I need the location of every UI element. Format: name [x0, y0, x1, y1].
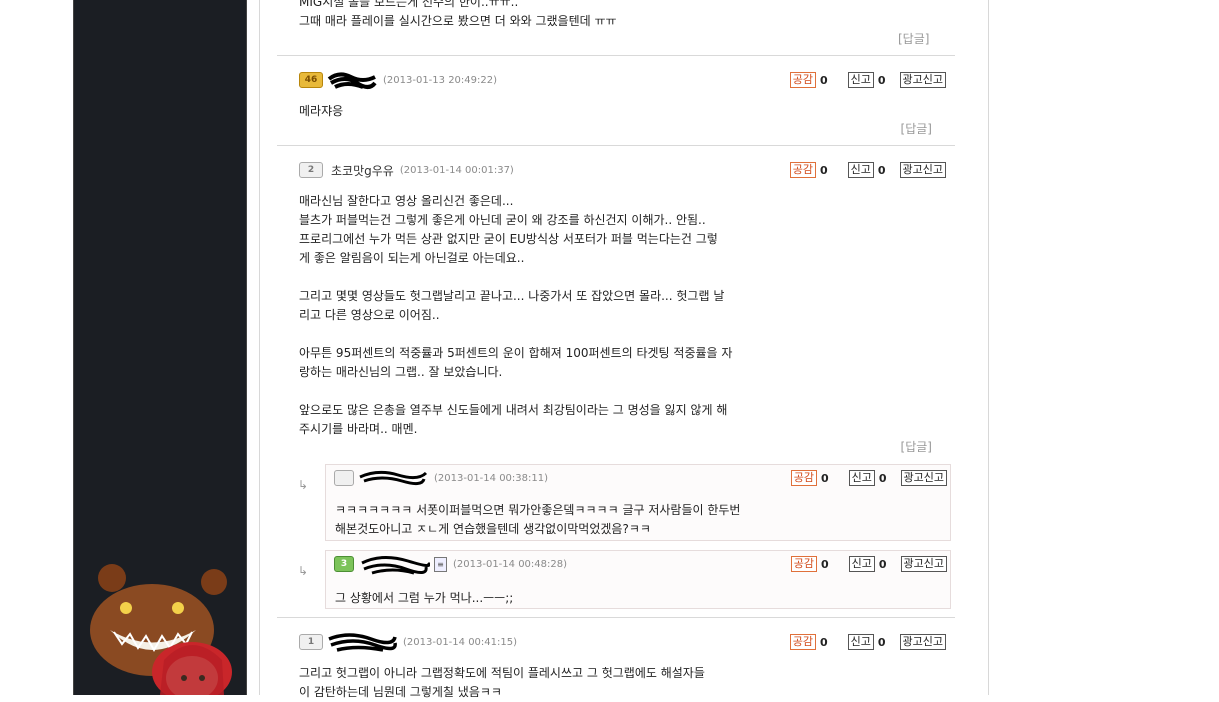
redacted-nickname: [327, 72, 377, 89]
like-count: 0: [820, 557, 829, 571]
comment-header: 2 초코맛g우유 (2013-01-14 00:01:37): [299, 160, 514, 180]
ad-report-button[interactable]: 광고신고: [899, 162, 946, 178]
reply-line: ㅋㅋㅋㅋㅋㅋㅋ 서폿이퍼블먹으면 뭐가안좋은뎈ㅋㅋㅋㅋ 글구 저사람들이 한두번: [335, 503, 741, 517]
comment-line: 블츠가 퍼블먹는건 그렇게 좋은게 아닌데 굳이 왜 강조를 하신건지 이해가.…: [299, 213, 706, 227]
like-button[interactable]: 공감: [789, 634, 816, 650]
redacted-nickname: [361, 556, 430, 575]
comment-item: 2 초코맛g우유 (2013-01-14 00:01:37) 공감 0 신고 0…: [277, 160, 955, 455]
reply-link[interactable]: [답글]: [898, 30, 929, 47]
comment-actions: 공감 0 신고 0 광고신고: [789, 72, 946, 88]
comment-header: 46 (2013-01-13 20:49:22): [299, 70, 497, 90]
reply-arrow-icon: ↳: [298, 564, 309, 578]
reply-item: (2013-01-14 00:38:11) 공감 0 신고 0 광고신고 ㅋㅋㅋ…: [325, 464, 951, 541]
left-sidebar: [73, 0, 247, 695]
comment-body: 그리고 헛그랩이 아니라 그랩정확도에 적팀이 플레시쓰고 그 헛그랩에도 해설…: [299, 664, 705, 702]
comment-line: MIG시절 볼을 보드는게 선수의 한이..ㅠㅠ..: [299, 0, 519, 9]
reply-link[interactable]: [답글]: [901, 120, 932, 137]
reply-date: (2013-01-14 00:48:28): [453, 558, 568, 570]
level-badge-icon: [334, 470, 354, 486]
comment-line: 주시기를 바라며.. 매멘.: [299, 422, 418, 436]
comment-line: 게 좋은 알림음이 되는게 아닌걸로 아는데요..: [299, 251, 525, 265]
like-button[interactable]: 공감: [789, 72, 816, 88]
report-count: 0: [878, 471, 887, 485]
level-badge-icon: 3: [334, 556, 354, 572]
report-count: 0: [878, 557, 887, 571]
comment-line: 랑하는 매라신님의 그랩.. 잘 보았습니다.: [299, 365, 503, 379]
comment-date: (2013-01-13 20:49:22): [383, 74, 498, 86]
comment-line: 아무튼 95퍼센트의 적중률과 5퍼센트의 운이 합해져 100퍼센트의 타겟팅…: [299, 346, 733, 360]
reply-item: 3 ≡ (2013-01-14 00:48:28) 공감 0 신고 0 광고신고…: [325, 550, 951, 609]
comment-item: 1 (2013-01-14 00:41:15) 공감 0 신고 0 광고신고 그…: [277, 632, 955, 699]
comment-line: 프로리그에선 누가 먹든 상관 없지만 굳이 EU방식상 서포터가 퍼블 먹는다…: [299, 232, 718, 246]
comment-line: 매라신님 잘한다고 영상 올리신건 좋은데...: [299, 194, 514, 208]
redacted-nickname: [328, 633, 397, 652]
report-count: 0: [877, 635, 886, 649]
reply-date: (2013-01-14 00:38:11): [434, 472, 549, 484]
reply-actions: 공감 0 신고 0 광고신고: [790, 556, 947, 572]
reply-actions: 공감 0 신고 0 광고신고: [790, 470, 947, 486]
document-icon: ≡: [434, 556, 447, 572]
comment-separator: [277, 55, 955, 56]
comment-item: 46 (2013-01-13 20:49:22) 공감 0 신고 0 광고신고 …: [277, 70, 955, 140]
reply-body: ㅋㅋㅋㅋㅋㅋㅋ 서폿이퍼블먹으면 뭐가안좋은뎈ㅋㅋㅋㅋ 글구 저사람들이 한두번…: [335, 501, 740, 539]
reply-header: 3 ≡ (2013-01-14 00:48:28): [334, 554, 568, 575]
comment-line: 그리고 헛그랩이 아니라 그랩정확도에 적팀이 플레시쓰고 그 헛그랩에도 해설…: [299, 666, 705, 680]
comment-actions: 공감 0 신고 0 광고신고: [789, 634, 946, 650]
comment-line: 메라쟈응: [299, 104, 344, 118]
reply-body: 그 상황에서 그럼 누가 먹나...ㅡㅡ;;: [335, 589, 513, 608]
level-badge-icon: 46: [299, 72, 323, 88]
bear-mascot-illustration: [90, 564, 232, 695]
comment-actions: 공감 0 신고 0 광고신고: [789, 162, 946, 178]
ad-report-button[interactable]: 광고신고: [900, 470, 947, 486]
comment-date: (2013-01-14 00:01:37): [399, 164, 514, 176]
reply-link[interactable]: [답글]: [901, 438, 932, 455]
redacted-nickname: [359, 470, 428, 486]
report-count: 0: [877, 73, 886, 87]
reply-line: 그 상황에서 그럼 누가 먹나...ㅡㅡ;;: [335, 591, 514, 605]
comment-separator: [277, 617, 955, 618]
comment-nickname[interactable]: 초코맛g우유: [331, 162, 394, 179]
like-button[interactable]: 공감: [790, 556, 817, 572]
comment-body: MIG시절 볼을 보드는게 선수의 한이..ㅠㅠ.. 그때 매라 플레이를 실시…: [299, 0, 617, 31]
reply-arrow-icon: ↳: [298, 478, 309, 492]
like-count: 0: [819, 635, 828, 649]
ad-report-button[interactable]: 광고신고: [899, 634, 946, 650]
report-button[interactable]: 신고: [847, 72, 874, 88]
report-button[interactable]: 신고: [848, 556, 875, 572]
report-button[interactable]: 신고: [847, 162, 874, 178]
report-count: 0: [877, 163, 886, 177]
ad-report-button[interactable]: 광고신고: [900, 556, 947, 572]
comment-line: 리고 다른 영상으로 이어짐..: [299, 308, 440, 322]
like-count: 0: [819, 73, 828, 87]
comment-header: 1 (2013-01-14 00:41:15): [299, 632, 517, 652]
like-count: 0: [819, 163, 828, 177]
reply-header: (2013-01-14 00:38:11): [334, 468, 548, 488]
comment-body: 메라쟈응: [299, 102, 343, 121]
comment-line: 그때 매라 플레이를 실시간으로 봤으면 더 와와 그랬을텐데 ㅠㅠ: [299, 14, 617, 28]
level-badge-icon: 2: [299, 162, 323, 178]
comment-line: 이 감탄하는데 님뭔데 그렇게칠 냈음ㅋㅋ: [299, 685, 502, 699]
comment-body: 매라신님 잘한다고 영상 올리신건 좋은데... 블츠가 퍼블먹는건 그렇게 좋…: [299, 192, 732, 439]
comment-date: (2013-01-14 00:41:15): [403, 636, 518, 648]
comment-line: 앞으로도 많은 은총을 열주부 신도들에게 내려서 최강팀이라는 그 명성을 잃…: [299, 403, 728, 417]
like-button[interactable]: 공감: [790, 470, 817, 486]
comment-separator: [277, 145, 955, 146]
level-badge-icon: 1: [299, 634, 323, 650]
reply-line: 해본것도아니고 ㅈㄴ게 연습했을텐데 생각없이막먹었겠음?ㅋㅋ: [335, 522, 651, 536]
report-button[interactable]: 신고: [848, 470, 875, 486]
like-count: 0: [820, 471, 829, 485]
like-button[interactable]: 공감: [789, 162, 816, 178]
ad-report-button[interactable]: 광고신고: [899, 72, 946, 88]
comment-line: 그리고 몇몇 영상들도 헛그랩날리고 끝나고... 나중가서 또 잡았으면 몰라…: [299, 289, 725, 303]
report-button[interactable]: 신고: [847, 634, 874, 650]
